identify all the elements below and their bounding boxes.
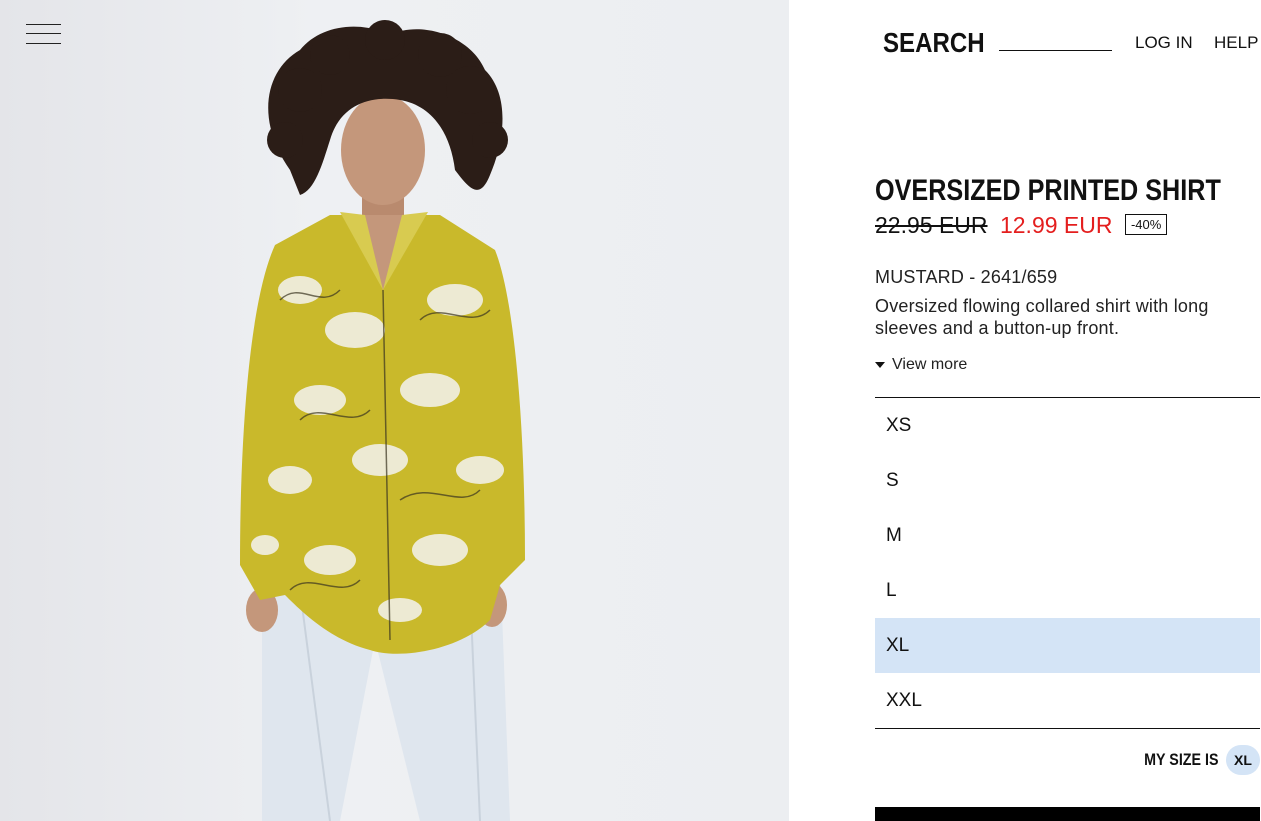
view-more-link[interactable]: View more	[875, 356, 967, 374]
product-page: SEARCH LOG IN HELP OVERSIZED PRINTED SHI…	[0, 0, 1261, 821]
menu-line	[26, 43, 61, 44]
search-input[interactable]	[999, 30, 1112, 51]
old-price: 22.95 EUR	[875, 212, 988, 238]
size-option-l[interactable]: L	[875, 563, 1260, 618]
sale-price: 12.99 EUR	[999, 212, 1113, 238]
price-row: 22.95 EUR 12.99 EUR -40%	[875, 212, 1168, 242]
size-list: XS S M L XL XXL	[875, 397, 1260, 729]
size-option-s[interactable]: S	[875, 453, 1260, 508]
view-more-label: View more	[892, 356, 968, 373]
menu-line	[26, 33, 61, 34]
menu-line	[26, 24, 61, 25]
product-title: OVERSIZED PRINTED SHIRT	[875, 174, 1221, 207]
help-link[interactable]: HELP	[1214, 33, 1258, 53]
search-label[interactable]: SEARCH	[883, 27, 985, 59]
size-option-xs[interactable]: XS	[875, 398, 1260, 453]
add-to-cart-button[interactable]	[875, 807, 1260, 821]
size-option-xxl[interactable]: XXL	[875, 673, 1260, 728]
my-size-label: MY SIZE IS	[1143, 750, 1218, 769]
model-illustration	[240, 20, 525, 821]
hamburger-menu-icon[interactable]	[26, 22, 62, 46]
my-size-badge[interactable]: XL	[1226, 745, 1260, 775]
size-option-m[interactable]: M	[875, 508, 1260, 563]
color-reference: MUSTARD - 2641/659	[875, 267, 1058, 287]
size-option-xl[interactable]: XL	[875, 618, 1260, 673]
caret-down-icon	[875, 362, 885, 368]
login-link[interactable]: LOG IN	[1135, 33, 1193, 53]
discount-badge: -40%	[1124, 214, 1168, 235]
product-image[interactable]	[0, 0, 789, 821]
product-description: Oversized flowing collared shirt with lo…	[875, 296, 1209, 338]
my-size-row: MY SIZE IS XL	[875, 745, 1260, 775]
